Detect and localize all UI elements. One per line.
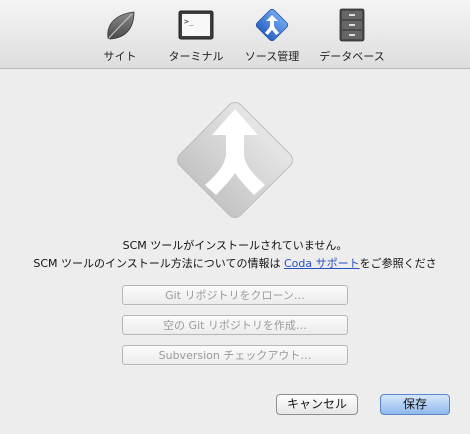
tab-site[interactable]: サイト: [92, 8, 148, 66]
preferences-toolbar: サイト >_ ターミナル ソース管理 データベース: [0, 0, 470, 69]
tab-terminal-label: ターミナル: [168, 50, 224, 63]
scm-missing-message: SCM ツールがインストールされていません。: [122, 239, 348, 252]
scm-install-info-prefix: SCM ツールのインストール方法についての情報は: [33, 257, 284, 270]
coda-support-link[interactable]: Coda サポート: [284, 257, 360, 270]
scm-install-info-suffix: をご参照くださ: [359, 257, 437, 270]
tab-database-label: データベース: [319, 50, 385, 63]
tab-source-control-label: ソース管理: [244, 50, 300, 63]
database-icon: [339, 8, 365, 42]
svn-checkout-button[interactable]: Subversion チェックアウト…: [122, 345, 348, 365]
tab-database[interactable]: データベース: [314, 8, 390, 66]
leaf-icon: [107, 11, 135, 40]
scm-install-info: SCM ツールのインストール方法についての情報は Coda サポートをご参照くだ…: [0, 255, 470, 271]
tab-terminal[interactable]: >_ ターミナル: [162, 8, 230, 66]
merge-arrow-large-icon: [177, 102, 293, 218]
save-button[interactable]: 保存: [380, 394, 450, 415]
tab-site-label: サイト: [103, 50, 137, 63]
tab-source-control[interactable]: ソース管理: [240, 8, 304, 66]
preferences-window: サイト >_ ターミナル ソース管理 データベース SCM ツールがインストール…: [0, 0, 470, 434]
merge-arrow-icon: [255, 8, 289, 42]
svg-text:>_: >_: [184, 17, 194, 26]
create-git-repo-button[interactable]: 空の Git リポジトリを作成…: [122, 315, 348, 335]
source-control-pane: SCM ツールがインストールされていません。 SCM ツールのインストール方法に…: [0, 69, 470, 434]
cancel-button[interactable]: キャンセル: [276, 394, 358, 415]
terminal-icon: >_: [178, 10, 214, 40]
clone-git-repo-button[interactable]: Git リポジトリをクローン…: [122, 285, 348, 305]
